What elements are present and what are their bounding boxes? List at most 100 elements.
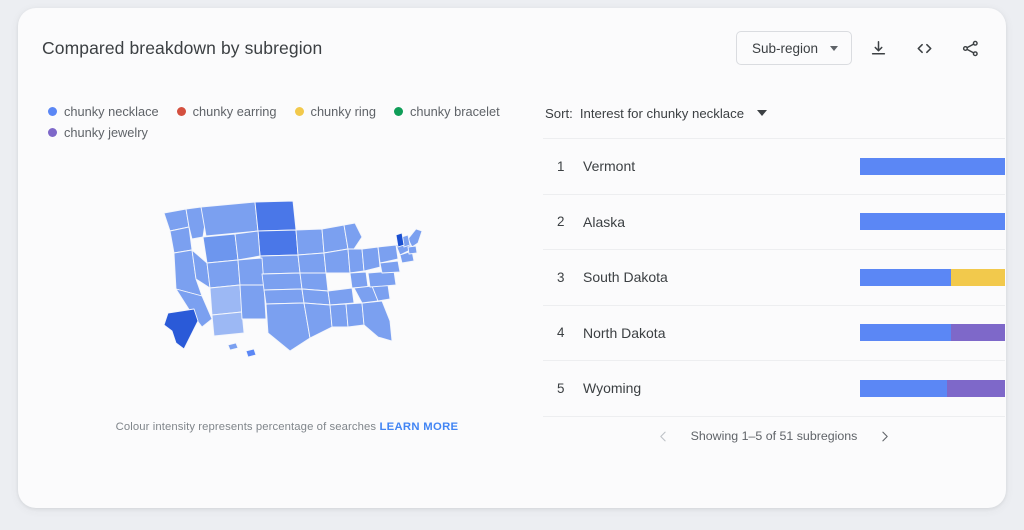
rank-number: 5 <box>557 380 565 396</box>
sort-control[interactable]: Sort: Interest for chunky necklace <box>543 100 1005 126</box>
map-caption: Colour intensity represents percentage o… <box>42 421 532 433</box>
state-kentucky <box>349 271 368 289</box>
state-pennsylvania <box>377 244 398 264</box>
sub-region-dropdown[interactable]: Sub-region <box>735 31 852 65</box>
bar-segment-chunky-necklace <box>860 324 952 342</box>
table-row[interactable]: 1 Vermont <box>543 139 1005 195</box>
state-nebraska <box>259 254 300 275</box>
state-montana <box>200 201 258 237</box>
chevron-down-icon <box>830 45 838 51</box>
legend-item-chunky-jewelry[interactable]: chunky jewelry <box>48 125 148 140</box>
chevron-down-icon[interactable] <box>757 110 768 116</box>
state-minnesota <box>295 228 324 256</box>
interest-bar <box>860 268 1005 286</box>
state-kansas <box>261 272 302 291</box>
state-arizona-ut <box>209 284 242 316</box>
state-arizona <box>211 311 244 337</box>
state-mississippi <box>329 303 348 328</box>
share-icon <box>962 40 978 56</box>
bar-segment-chunky-necklace <box>860 213 1005 231</box>
state-alabama <box>345 302 364 328</box>
breakdown-card: Compared breakdown by subregion Sub-regi… <box>18 8 1006 508</box>
interest-bar <box>860 213 1005 231</box>
subregion-list-panel: Sort: Interest for chunky necklace 1 Ver… <box>543 100 1005 417</box>
state-massachusetts <box>407 245 417 255</box>
legend: chunky necklace chunky earring chunky ri… <box>48 104 518 140</box>
state-hawaii-b <box>245 348 256 358</box>
learn-more-link[interactable]: LEARN MORE <box>379 421 458 433</box>
table-row[interactable]: 2 Alaska <box>543 195 1005 250</box>
legend-color-dot <box>394 107 403 116</box>
interest-bar <box>860 379 1005 397</box>
page-title: Compared breakdown by subregion <box>42 38 323 58</box>
next-page-button[interactable] <box>871 423 897 449</box>
chevron-right-icon <box>882 431 888 441</box>
choropleth-map[interactable] <box>42 168 532 403</box>
state-hawaii-a <box>227 342 238 351</box>
previous-page-button[interactable] <box>651 423 677 449</box>
state-new-mexico <box>239 284 266 320</box>
state-illinois <box>323 248 350 274</box>
map-panel: Colour intensity represents percentage o… <box>42 158 532 458</box>
rank-number: 2 <box>557 214 565 230</box>
state-north-dakota <box>254 200 296 232</box>
download-icon <box>871 40 885 54</box>
bar-segment-chunky-ring <box>951 268 1005 286</box>
sort-value[interactable]: Interest for chunky necklace <box>580 106 744 121</box>
state-ohio <box>361 246 380 272</box>
bar-segment-chunky-necklace <box>860 268 952 286</box>
state-missouri <box>299 272 328 292</box>
rank-number: 3 <box>557 269 565 285</box>
legend-item-chunky-bracelet[interactable]: chunky bracelet <box>394 104 500 119</box>
map-caption-text: Colour intensity represents percentage o… <box>115 421 377 433</box>
state-nebraska-w <box>234 230 260 261</box>
table-row[interactable]: 5 Wyoming <box>543 361 1005 417</box>
legend-item-chunky-necklace[interactable]: chunky necklace <box>48 104 159 119</box>
embed-code-icon <box>917 43 931 53</box>
legend-item-chunky-earring[interactable]: chunky earring <box>176 104 277 119</box>
legend-item-label: chunky jewelry <box>64 125 148 140</box>
card-header: Compared breakdown by subregion Sub-regi… <box>18 8 1006 86</box>
download-button[interactable] <box>858 28 898 68</box>
bar-segment-chunky-necklace <box>860 157 1005 175</box>
table-row[interactable]: 4 North Dakota <box>543 306 1005 361</box>
state-florida <box>361 300 392 342</box>
embed-code-button[interactable] <box>904 28 944 68</box>
us-states-map[interactable] <box>150 193 425 378</box>
pagination-status: Showing 1–5 of 51 subregions <box>690 429 858 443</box>
state-texas <box>265 302 310 352</box>
state-indiana <box>347 248 364 274</box>
state-utah <box>206 259 240 289</box>
bar-segment-chunky-jewelry <box>951 324 1005 342</box>
legend-color-dot <box>294 107 304 116</box>
share-button[interactable] <box>950 28 990 68</box>
legend-item-label: chunky earring <box>192 104 277 119</box>
header-controls: Sub-region <box>735 28 990 68</box>
state-colorado <box>237 257 264 286</box>
state-tennessee <box>327 287 354 306</box>
state-south-dakota <box>257 229 298 257</box>
bar-segment-chunky-jewelry <box>947 379 1005 397</box>
legend-item-chunky-ring[interactable]: chunky ring <box>294 104 376 119</box>
legend-item-label: chunky bracelet <box>410 104 500 119</box>
table-row[interactable]: 3 South Dakota <box>543 250 1005 306</box>
legend-color-dot <box>48 128 57 137</box>
chevron-left-icon <box>660 431 666 441</box>
bar-segment-chunky-necklace <box>860 379 947 397</box>
legend-item-label: chunky ring <box>310 104 376 119</box>
subregion-rank-list: 1 Vermont 2 Alaska 3 South Dakota 4 Nort… <box>543 138 1005 417</box>
legend-color-dot <box>48 107 57 116</box>
interest-bar <box>860 157 1005 175</box>
state-iowa <box>297 252 326 274</box>
state-virginia <box>379 260 400 274</box>
interest-bar <box>860 324 1005 342</box>
state-oklahoma <box>263 288 304 305</box>
state-wyoming <box>202 233 238 264</box>
state-alaska <box>163 308 198 350</box>
rank-number: 4 <box>557 325 565 341</box>
sort-label: Sort: <box>545 105 573 121</box>
state-arkansas <box>301 288 330 306</box>
sub-region-dropdown-label: Sub-region <box>751 40 818 56</box>
legend-color-dot <box>176 107 186 116</box>
state-vermont <box>395 232 404 248</box>
